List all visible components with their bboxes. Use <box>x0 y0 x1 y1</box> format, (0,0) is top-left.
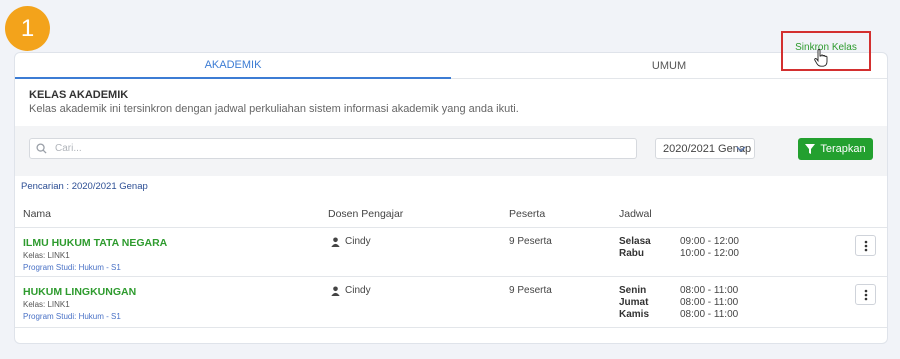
schedule-entry: Jumat 08:00 - 11:00 <box>619 297 738 309</box>
schedule-entry: Rabu 10:00 - 12:00 <box>619 248 739 260</box>
schedule-time: 10:00 - 12:00 <box>680 248 739 259</box>
section-header: KELAS AKADEMIK Kelas akademik ini tersin… <box>15 80 887 125</box>
period-select[interactable]: 2020/2021 Genap <box>655 138 755 159</box>
apply-button[interactable]: Terapkan <box>798 138 873 160</box>
course-name[interactable]: ILMU HUKUM TATA NEGARA <box>23 237 167 249</box>
section-title: KELAS AKADEMIK <box>29 89 129 101</box>
schedule-day: Senin <box>619 285 647 296</box>
course-name[interactable]: HUKUM LINGKUNGAN <box>23 286 136 298</box>
lecturer-name: Cindy <box>345 236 371 247</box>
search-icon <box>36 143 47 154</box>
section-description: Kelas akademik ini tersinkron dengan jad… <box>29 103 519 115</box>
user-icon <box>331 286 340 296</box>
search-info: Pencarian : 2020/2021 Genap <box>21 181 148 192</box>
lecturer-name: Cindy <box>345 285 371 296</box>
schedule-day: Selasa <box>619 236 651 247</box>
schedule-day: Rabu <box>619 248 644 259</box>
tab-bar: AKADEMIK UMUM <box>15 53 887 79</box>
more-vertical-icon <box>864 289 867 300</box>
user-icon <box>331 237 340 247</box>
lecturer: Cindy <box>331 285 371 296</box>
schedule: Selasa 09:00 - 12:00 Rabu 10:00 - 12:00 <box>619 236 739 260</box>
table-row: HUKUM LINGKUNGAN Kelas: LINK1 Program St… <box>15 277 887 328</box>
lecturer: Cindy <box>331 236 371 247</box>
filter-icon <box>805 144 816 154</box>
hand-pointer-icon <box>814 49 828 67</box>
row-menu-button[interactable] <box>855 284 876 305</box>
schedule-time: 09:00 - 12:00 <box>680 236 739 247</box>
schedule: Senin 08:00 - 11:00 Jumat 08:00 - 11:00 … <box>619 285 738 321</box>
course-program: Program Studi: Hukum - S1 <box>23 312 121 321</box>
course-class: Kelas: LINK1 <box>23 300 70 309</box>
step-badge: 1 <box>5 6 50 51</box>
tab-akademik[interactable]: AKADEMIK <box>15 53 451 79</box>
search-box <box>29 138 637 159</box>
column-dosen: Dosen Pengajar <box>328 208 404 220</box>
filter-bar: 2020/2021 Genap Terapkan <box>15 126 887 176</box>
chevron-down-icon <box>736 146 746 152</box>
column-jadwal: Jadwal <box>619 208 652 220</box>
participant-count: 9 Peserta <box>509 285 552 296</box>
column-peserta: Peserta <box>509 208 546 220</box>
search-input[interactable] <box>53 142 617 155</box>
schedule-entry: Kamis 08:00 - 11:00 <box>619 309 738 321</box>
classes-card: AKADEMIK UMUM KELAS AKADEMIK Kelas akade… <box>14 52 888 344</box>
table-row: ILMU HUKUM TATA NEGARA Kelas: LINK1 Prog… <box>15 228 887 277</box>
schedule-day: Kamis <box>619 309 650 320</box>
schedule-entry: Senin 08:00 - 11:00 <box>619 285 738 297</box>
schedule-entry: Selasa 09:00 - 12:00 <box>619 236 739 248</box>
table-header: Nama Dosen Pengajar Peserta Jadwal <box>15 203 887 228</box>
course-program: Program Studi: Hukum - S1 <box>23 263 121 272</box>
schedule-day: Jumat <box>619 297 649 308</box>
schedule-time: 08:00 - 11:00 <box>680 309 739 320</box>
schedule-time: 08:00 - 11:00 <box>680 297 739 308</box>
course-class: Kelas: LINK1 <box>23 251 70 260</box>
apply-button-label: Terapkan <box>820 143 866 155</box>
schedule-time: 08:00 - 11:00 <box>680 285 739 296</box>
more-vertical-icon <box>864 240 867 251</box>
column-nama: Nama <box>23 208 52 220</box>
participant-count: 9 Peserta <box>509 236 552 247</box>
row-menu-button[interactable] <box>855 235 876 256</box>
